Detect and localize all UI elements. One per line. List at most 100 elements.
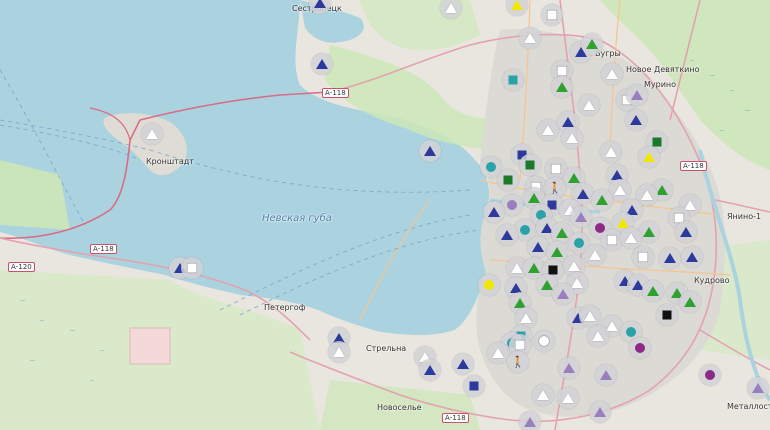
map-marker-tri-lilac[interactable]	[519, 411, 541, 430]
circle-icon	[520, 225, 530, 235]
map-canvas[interactable]: Сестрорецк Бугры Новое Девяткино Мурино …	[0, 0, 770, 430]
triangle-icon	[511, 0, 523, 10]
map-marker-tri-blue[interactable]	[681, 246, 703, 268]
map-marker-ped-black[interactable]: 🚶	[507, 351, 529, 373]
map-marker-tri-green[interactable]	[551, 76, 573, 98]
square-icon	[508, 75, 518, 85]
map-marker-tri-white[interactable]	[328, 341, 350, 363]
triangle-icon	[643, 152, 655, 162]
triangle-icon	[563, 363, 575, 373]
map-marker-sq-dark_green[interactable]	[519, 154, 541, 176]
map-marker-tri-blue[interactable]	[625, 109, 647, 131]
triangle-icon	[643, 227, 655, 237]
map-marker-tri-green[interactable]	[591, 189, 613, 211]
map-marker-tri-blue[interactable]	[452, 353, 474, 375]
triangle-icon	[524, 33, 536, 43]
square-icon	[662, 310, 672, 320]
map-marker-tri-lilac[interactable]	[558, 357, 580, 379]
square-icon	[547, 10, 557, 20]
map-marker-sq-black[interactable]	[656, 304, 678, 326]
triangle-icon	[314, 0, 326, 8]
triangle-icon	[625, 233, 637, 243]
map-marker-tri-white[interactable]	[141, 123, 163, 145]
triangle-icon	[568, 261, 580, 271]
triangle-icon	[600, 370, 612, 380]
square-icon	[551, 164, 561, 174]
triangle-icon	[684, 297, 696, 307]
triangle-icon	[541, 280, 553, 290]
map-marker-tri-white[interactable]	[519, 27, 541, 49]
pedestrian-icon: 🚶	[511, 355, 525, 369]
map-marker-tri-blue[interactable]	[311, 53, 333, 75]
map-marker-tri-white[interactable]	[561, 127, 583, 149]
triangle-icon	[631, 90, 643, 100]
map-marker-tri-white[interactable]	[579, 305, 601, 327]
triangle-icon	[680, 227, 692, 237]
map-marker-tri-green[interactable]	[581, 33, 603, 55]
map-marker-sq-white[interactable]	[632, 246, 654, 268]
map-marker-tri-green[interactable]	[679, 291, 701, 313]
map-marker-tri-white[interactable]	[600, 141, 622, 163]
triangle-icon	[562, 393, 574, 403]
square-icon	[515, 340, 525, 350]
circle-icon	[484, 280, 494, 290]
triangle-icon	[594, 407, 606, 417]
square-icon	[652, 137, 662, 147]
circle-icon	[626, 327, 636, 337]
map-marker-tri-blue[interactable]	[483, 201, 505, 223]
map-marker-tri-lilac[interactable]	[747, 377, 769, 399]
map-marker-tri-blue[interactable]	[496, 224, 518, 246]
triangle-icon	[589, 250, 601, 260]
triangle-icon	[641, 190, 653, 200]
map-marker-tri-lilac[interactable]	[589, 401, 611, 423]
triangle-icon	[596, 195, 608, 205]
triangle-icon	[686, 252, 698, 262]
triangle-icon	[647, 286, 659, 296]
map-marker-tri-white[interactable]	[587, 325, 609, 347]
map-marker-ci-purple[interactable]	[629, 337, 651, 359]
triangle-icon	[457, 359, 469, 369]
map-marker-tri-blue[interactable]	[659, 247, 681, 269]
map-marker-ci-yellow[interactable]	[478, 274, 500, 296]
map-marker-tri-green[interactable]	[642, 280, 664, 302]
map-marker-tri-blue[interactable]	[419, 359, 441, 381]
map-marker-tri-lilac[interactable]	[552, 283, 574, 305]
map-marker-tri-white[interactable]	[487, 342, 509, 364]
square-icon	[607, 235, 617, 245]
circle-icon	[705, 370, 715, 380]
map-marker-tri-yellow[interactable]	[638, 146, 660, 168]
map-marker-tri-white[interactable]	[584, 244, 606, 266]
map-marker-ci-purple[interactable]	[699, 364, 721, 386]
triangle-icon	[577, 189, 589, 199]
triangle-icon	[520, 313, 532, 323]
map-marker-sq-teal[interactable]	[502, 69, 524, 91]
map-marker-tri-white[interactable]	[578, 94, 600, 116]
triangle-icon	[532, 242, 544, 252]
triangle-icon	[571, 278, 583, 288]
map-marker-tri-lilac[interactable]	[595, 364, 617, 386]
map-marker-sq-blue[interactable]	[463, 375, 485, 397]
triangle-icon	[542, 125, 554, 135]
triangle-icon	[566, 133, 578, 143]
map-marker-sq-white[interactable]	[541, 4, 563, 26]
square-icon	[469, 381, 479, 391]
map-marker-tri-white[interactable]	[532, 384, 554, 406]
map-marker-tri-lilac[interactable]	[626, 84, 648, 106]
map-marker-tri-white[interactable]	[557, 387, 579, 409]
circle-icon	[574, 238, 584, 248]
triangle-icon	[424, 146, 436, 156]
triangle-icon	[333, 347, 345, 357]
map-marker-sq-dark_green[interactable]	[497, 169, 519, 191]
map-marker-tri-blue[interactable]	[419, 140, 441, 162]
square-icon	[187, 263, 197, 273]
map-marker-tri-white[interactable]	[601, 63, 623, 85]
triangle-icon	[528, 263, 540, 273]
map-marker-tri-white[interactable]	[537, 119, 559, 141]
triangle-icon	[556, 228, 568, 238]
square-icon	[557, 66, 567, 76]
map-marker-sq-white[interactable]	[181, 257, 203, 279]
map-marker-ci-white[interactable]	[533, 330, 555, 352]
triangle-icon	[488, 207, 500, 217]
triangle-icon	[537, 390, 549, 400]
map-marker-tri-blue[interactable]	[675, 221, 697, 243]
